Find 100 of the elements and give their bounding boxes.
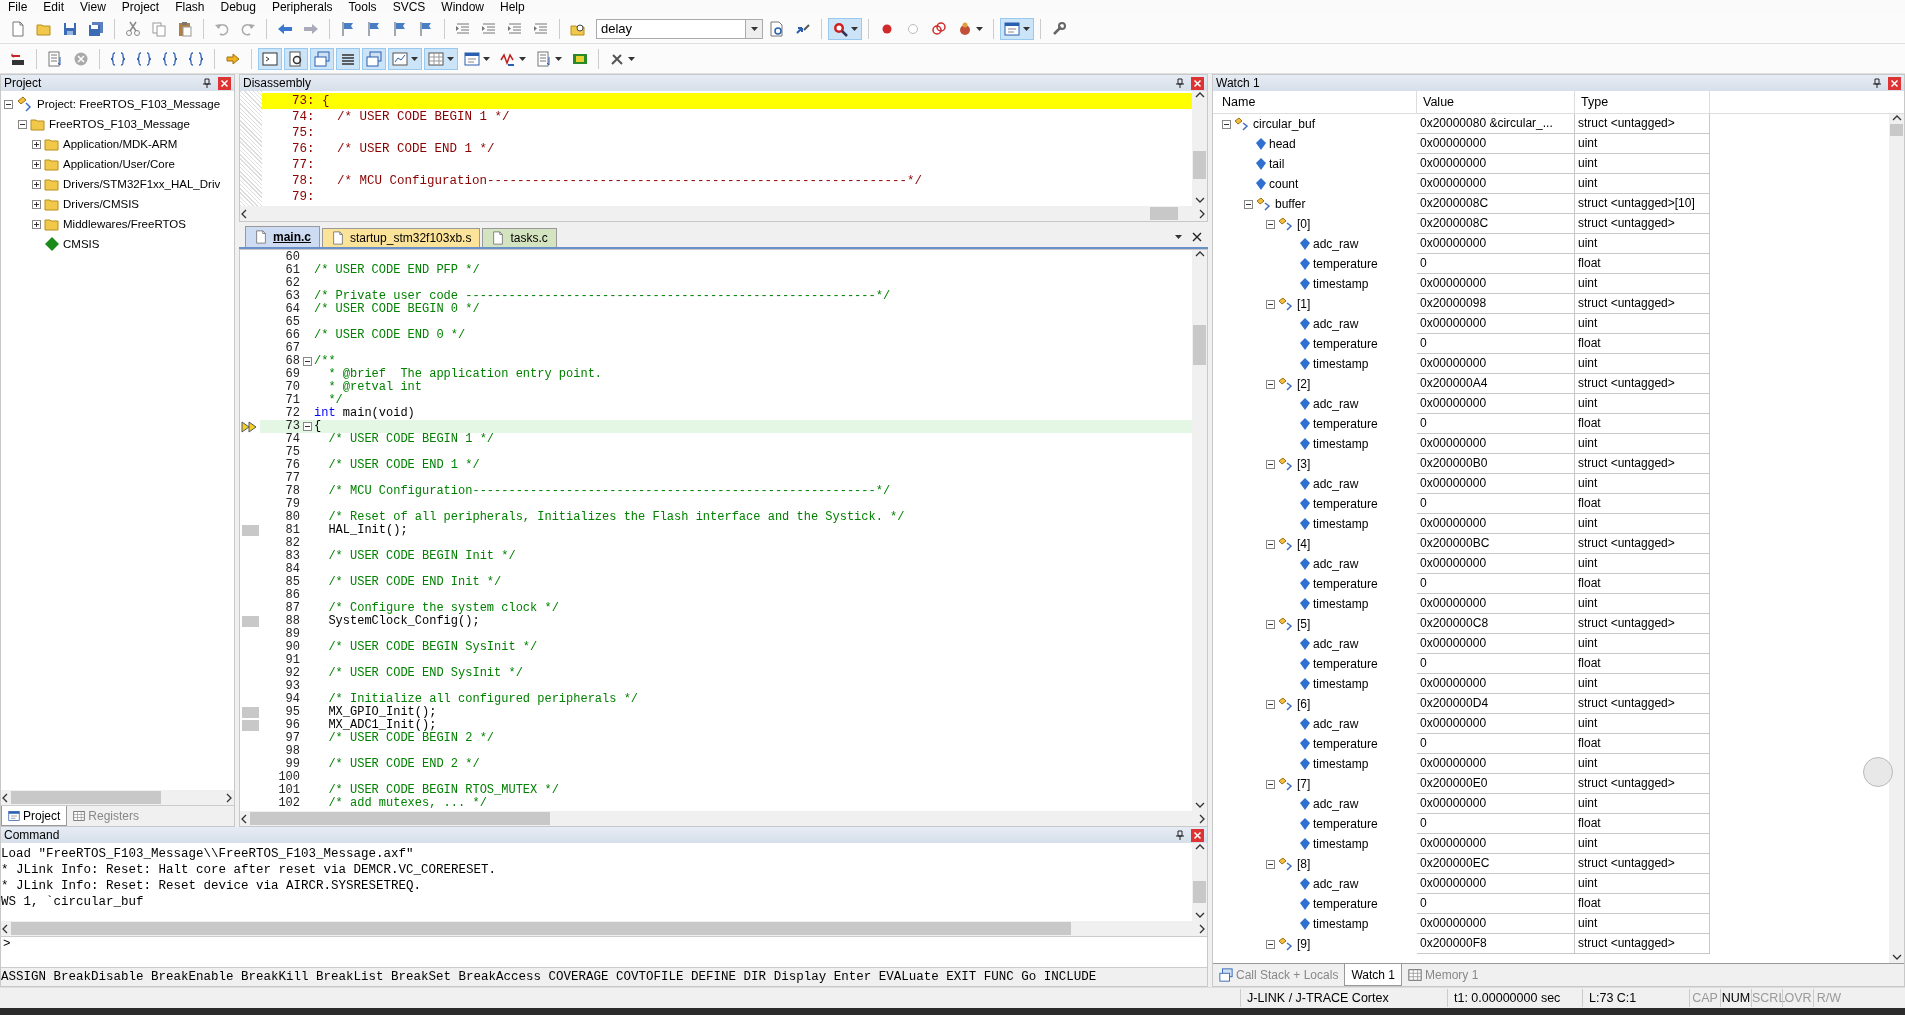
value-cell: 0x200000E0 [1417,774,1575,794]
tree-item[interactable]: Middlewares/FreeRTOS [63,218,186,230]
value-cell: 0x00000000 [1417,914,1575,934]
type-cell: uint [1575,514,1710,534]
menu-item[interactable]: Edit [35,0,73,14]
line-number: 74 [284,433,300,446]
value-cell: 0x00000000 [1417,834,1575,854]
variable-name[interactable]: circular_buf [1253,117,1316,131]
variable-name[interactable]: adc_raw [1313,397,1359,411]
panel-tab[interactable]: Watch 1 [1344,964,1402,986]
value-cell: 0x200000A4 [1417,374,1575,394]
code-line: /* Initialize all configured peripherals */ [327,693,639,706]
menu-item[interactable]: SVCS [384,0,434,14]
tree-item[interactable]: Drivers/STM32F1xx_HAL_Driv [63,178,221,190]
line-number: 100 [277,771,300,784]
variable-name[interactable]: timestamp [1313,837,1369,851]
variable-name[interactable]: [4] [1297,537,1311,551]
menu-item[interactable]: Project [113,0,168,14]
line-number: 89 [284,628,300,641]
type-cell: struct <untagged> [1575,214,1710,234]
file-tab[interactable]: main.c [245,226,320,247]
variable-name[interactable]: [3] [1297,457,1311,471]
variable-name[interactable]: temperature [1313,897,1378,911]
variable-name[interactable]: timestamp [1313,437,1369,451]
value-cell: 0x200000EC [1417,854,1575,874]
code-line: /* Private user code ---------------------------------------------------------*/ [314,290,891,303]
search-field[interactable]: delay [596,18,746,39]
tree-item[interactable]: Application/MDK-ARM [63,138,178,150]
type-cell: uint [1575,554,1710,574]
column-header[interactable]: Type [1575,91,1710,113]
code-line: /* USER CODE BEGIN 1 */ [327,433,495,446]
variable-name[interactable]: buffer [1275,197,1306,211]
disassembly-line: 75: [291,125,316,141]
variable-name[interactable]: temperature [1313,817,1378,831]
menu-item[interactable]: View [72,0,114,14]
column-header[interactable]: Name [1216,91,1417,113]
variable-name[interactable]: temperature [1313,737,1378,751]
variable-name[interactable]: timestamp [1313,597,1369,611]
panel-tab[interactable]: Project [1,806,68,827]
menu-item[interactable]: Flash [167,0,213,14]
variable-name[interactable]: temperature [1313,657,1378,671]
file-tab[interactable]: startup_stm32f103xb.s [322,228,481,247]
value-cell: 0x00000000 [1417,394,1575,414]
type-cell: float [1575,734,1710,754]
tree-item[interactable]: Application/User/Core [63,158,175,170]
value-cell: 0x00000000 [1417,354,1575,374]
tree-item[interactable]: Project: FreeRTOS_F103_Message [37,98,221,110]
variable-name[interactable]: temperature [1313,337,1378,351]
variable-name[interactable]: [0] [1297,217,1311,231]
variable-name[interactable]: [6] [1297,697,1311,711]
variable-name[interactable]: [5] [1297,617,1311,631]
tree-item[interactable]: Drivers/CMSIS [63,198,140,210]
file-tab[interactable]: tasks.c [482,228,557,247]
variable-name[interactable]: head [1269,137,1296,151]
type-cell: float [1575,814,1710,834]
variable-name[interactable]: adc_raw [1313,557,1359,571]
variable-name[interactable]: adc_raw [1313,877,1359,891]
variable-name[interactable]: timestamp [1313,277,1369,291]
tree-item[interactable]: CMSIS [63,238,100,250]
variable-name[interactable]: timestamp [1313,517,1369,531]
menu-item[interactable]: Debug [212,0,264,14]
variable-name[interactable]: timestamp [1313,917,1369,931]
menu-item[interactable]: Help [492,0,533,14]
variable-name[interactable]: [8] [1297,857,1311,871]
line-number: 66 [284,329,300,342]
variable-name[interactable]: adc_raw [1313,797,1359,811]
variable-name[interactable]: temperature [1313,497,1378,511]
value-cell: 0x00000000 [1417,514,1575,534]
panel-title: Watch 1 [1216,76,1260,90]
menu-item[interactable]: Tools [340,0,385,14]
variable-name[interactable]: temperature [1313,257,1378,271]
column-header[interactable]: Value [1417,91,1575,113]
variable-name[interactable]: [1] [1297,297,1311,311]
status-text: t1: 0.00000000 sec [1447,989,1582,1007]
variable-name[interactable]: timestamp [1313,357,1369,371]
variable-name[interactable]: timestamp [1313,677,1369,691]
variable-name[interactable]: count [1269,177,1299,191]
variable-name[interactable]: temperature [1313,417,1378,431]
tree-item[interactable]: FreeRTOS_F103_Message [49,118,190,130]
code-line: * @retval int [327,381,423,394]
variable-name[interactable]: timestamp [1313,757,1369,771]
type-cell: float [1575,254,1710,274]
variable-name[interactable]: temperature [1313,577,1378,591]
variable-name[interactable]: adc_raw [1313,317,1359,331]
value-cell: 0 [1417,654,1575,674]
menu-item[interactable]: Window [433,0,492,14]
variable-name[interactable]: adc_raw [1313,717,1359,731]
line-number: 93 [284,680,300,693]
menu-item[interactable]: Peripherals [263,0,341,14]
menu-item[interactable]: File [0,0,36,14]
type-cell: struct <untagged> [1575,534,1710,554]
variable-name[interactable]: adc_raw [1313,477,1359,491]
variable-name[interactable]: tail [1269,157,1285,171]
type-cell: uint [1575,274,1710,294]
variable-name[interactable]: [9] [1297,937,1311,951]
variable-name[interactable]: adc_raw [1313,237,1359,251]
variable-name[interactable]: [7] [1297,777,1311,791]
variable-name[interactable]: adc_raw [1313,637,1359,651]
variable-name[interactable]: [2] [1297,377,1311,391]
code-line: /* USER CODE END Init */ [327,576,502,589]
